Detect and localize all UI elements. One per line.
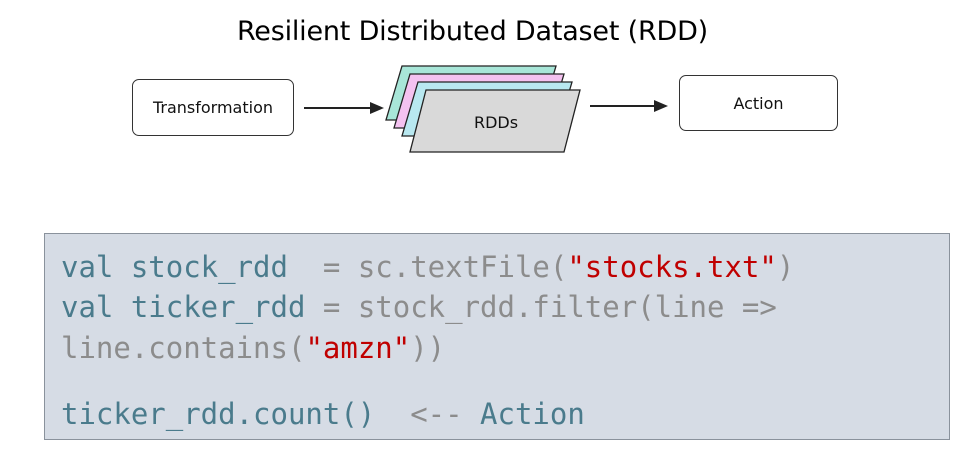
code-string: "stocks.txt" [567,250,777,284]
code-token: val stock_rdd [61,250,288,284]
code-token: line.contains( [61,331,306,365]
arrow-transformation-to-rdds [304,102,384,114]
code-token: )) [410,331,446,365]
action-label: Action [733,93,784,113]
code-string: "amzn" [305,331,411,365]
code-line-2: val ticker_rdd = stock_rdd.filter(line =… [61,290,777,324]
code-token: val ticker_rdd [61,290,306,324]
transformation-label: Transformation [152,98,274,117]
code-token: ticker_rdd.count() [61,397,376,431]
code-token: = stock_rdd.filter(line => [305,290,777,324]
code-token: = sc.textFile( [287,250,568,284]
code-line-1: val stock_rdd = sc.textFile("stocks.txt"… [61,250,794,284]
code-token: Action [480,397,585,431]
code-panel: val stock_rdd = sc.textFile("stocks.txt"… [44,233,950,440]
code-line-4: ticker_rdd.count() <-- Action [61,397,585,431]
code-token: <-- [375,397,481,431]
arrow-rdds-to-action [590,100,668,112]
rdds-stack: RDDs [385,65,581,153]
code-token: ) [776,250,795,284]
code-line-3: line.contains("amzn")) [61,331,445,365]
action-box: Action [679,75,838,131]
transformation-box: Transformation [132,79,294,136]
rdds-label: RDDs [474,113,518,132]
diagram-title: Resilient Distributed Dataset (RDD) [236,16,709,47]
